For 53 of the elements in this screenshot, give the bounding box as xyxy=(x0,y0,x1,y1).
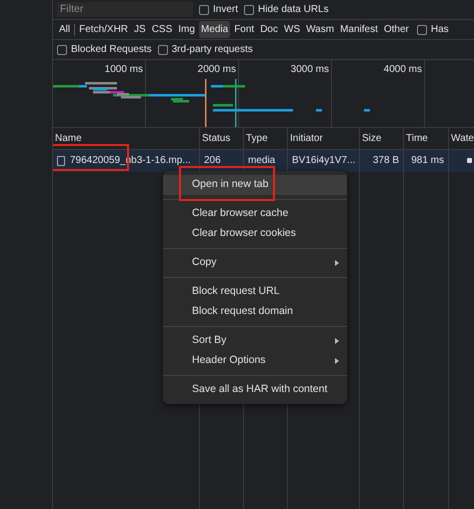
menu-item[interactable]: Block request URL xyxy=(163,282,347,302)
checkbox-label[interactable]: Hide data URLs xyxy=(258,2,329,17)
column-header[interactable]: Initiator xyxy=(288,128,359,149)
checkbox[interactable] xyxy=(158,44,168,54)
type-filter-tab[interactable]: Manifest xyxy=(338,21,380,38)
checkbox[interactable] xyxy=(244,4,254,14)
type-filter-tab[interactable]: CSS xyxy=(150,21,174,38)
timeline-tick-label: 4000 ms xyxy=(384,64,422,75)
waterfall-bar xyxy=(467,158,472,163)
type-filter-tab[interactable]: WS xyxy=(282,21,302,38)
table-cell: 981 ms xyxy=(411,155,444,166)
column-header[interactable]: Status xyxy=(200,128,243,149)
table-cell: 378 B xyxy=(372,155,399,166)
file-icon xyxy=(57,156,65,166)
type-filter-tab[interactable]: All xyxy=(57,21,72,38)
type-filter-tab[interactable]: Media xyxy=(198,21,230,38)
column-header[interactable]: Type xyxy=(244,128,287,149)
table-cell: media xyxy=(248,155,276,166)
type-filter-tab[interactable]: Doc xyxy=(258,21,280,38)
menu-item[interactable]: Save all as HAR with content xyxy=(163,380,347,400)
column-header[interactable]: Size xyxy=(360,128,403,149)
table-cell: 206 xyxy=(204,155,221,166)
type-filter-tab[interactable]: Other xyxy=(382,21,411,38)
checkbox-label[interactable]: Blocked Requests xyxy=(71,42,152,57)
column-header[interactable]: Time xyxy=(404,128,448,149)
menu-item[interactable]: Open in new tab xyxy=(163,175,347,195)
type-filter-tab[interactable]: Img xyxy=(176,21,197,38)
type-filter-tab[interactable]: JS xyxy=(132,21,148,38)
checkbox-label[interactable]: Has xyxy=(430,22,449,37)
submenu-arrow-icon xyxy=(335,260,339,266)
column-header[interactable]: Name xyxy=(53,128,199,149)
menu-item[interactable]: Copy xyxy=(163,253,347,273)
table-cell: BV16i4y1V7... xyxy=(292,155,356,166)
menu-item[interactable]: Block request domain xyxy=(163,302,347,322)
menu-item[interactable]: Clear browser cache xyxy=(163,204,347,224)
type-filter-tab[interactable]: Wasm xyxy=(304,21,336,38)
checkbox-label[interactable]: 3rd-party requests xyxy=(172,42,253,57)
filter-field[interactable]: Filter xyxy=(57,2,193,17)
menu-item[interactable]: Sort By xyxy=(163,331,347,351)
submenu-arrow-icon xyxy=(335,358,339,364)
checkbox[interactable] xyxy=(416,24,427,34)
column-header[interactable]: Wate xyxy=(449,128,474,149)
checkbox[interactable] xyxy=(199,4,209,14)
type-filter-tab[interactable]: Font xyxy=(232,21,256,38)
timeline-tick-label: 3000 ms xyxy=(290,64,329,75)
timeline-tick-label: 2000 ms xyxy=(198,64,236,75)
menu-item[interactable]: Clear browser cookies xyxy=(163,224,347,244)
submenu-arrow-icon xyxy=(335,338,339,344)
timeline-tick-label: 1000 ms xyxy=(104,64,143,75)
menu-item[interactable]: Header Options xyxy=(163,351,347,371)
checkbox[interactable] xyxy=(57,44,67,54)
type-filter-tab[interactable]: Fetch/XHR xyxy=(77,21,130,38)
checkbox-label[interactable]: Invert xyxy=(213,2,238,17)
